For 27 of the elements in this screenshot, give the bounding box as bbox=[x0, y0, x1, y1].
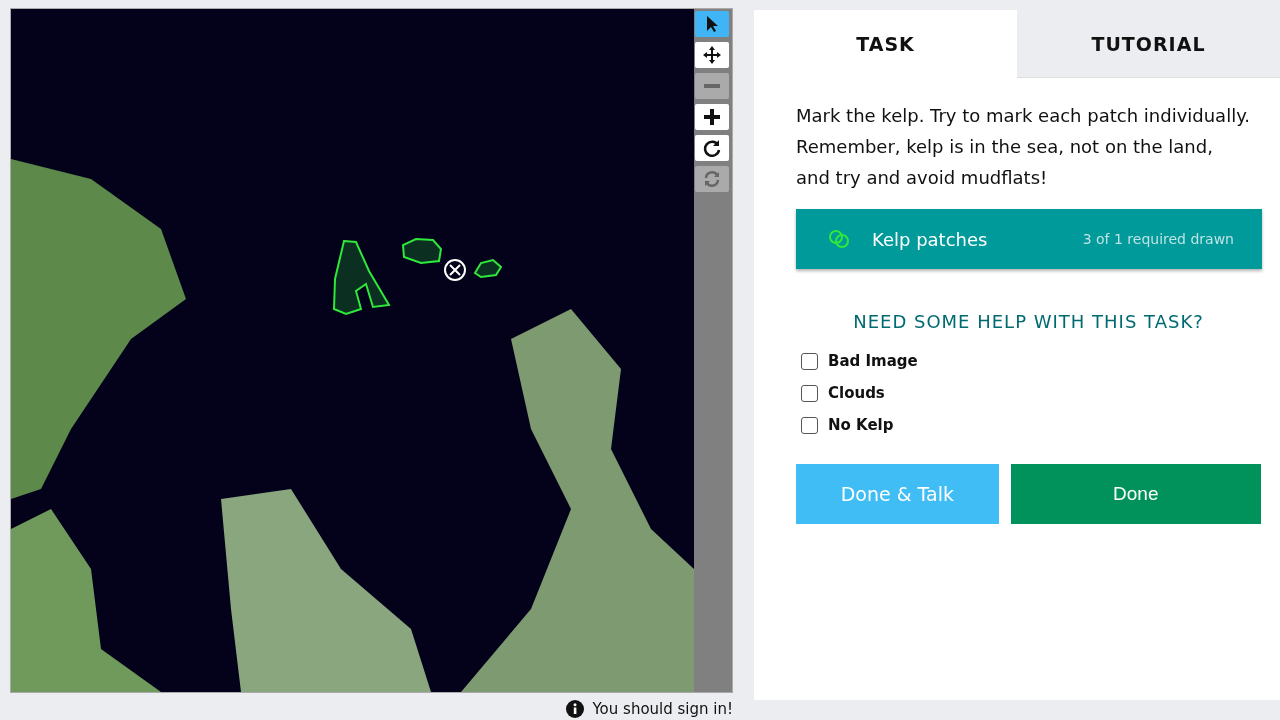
help-heading: NEED SOME HELP WITH THIS TASK? bbox=[852, 311, 1205, 332]
sign-in-notice: You should sign in! bbox=[592, 700, 733, 718]
plus-icon bbox=[704, 109, 721, 125]
tab[interactable]: TUTORIAL bbox=[1017, 10, 1280, 78]
checkbox-label: Bad Image bbox=[828, 352, 918, 370]
pointer-tool-button[interactable] bbox=[695, 11, 730, 37]
kelp-outline[interactable] bbox=[401, 238, 443, 264]
refresh-icon bbox=[703, 170, 722, 188]
checkbox[interactable] bbox=[801, 384, 818, 402]
move-tool-button[interactable] bbox=[695, 42, 730, 68]
kelp-outline[interactable] bbox=[473, 258, 503, 279]
checkbox[interactable] bbox=[801, 416, 818, 434]
pointer-icon bbox=[705, 15, 720, 33]
checkbox-label: No Kelp bbox=[828, 416, 894, 434]
drawing-tool-button[interactable]: Kelp patches 3 of 1 required drawn bbox=[796, 209, 1262, 269]
kelp-outline[interactable] bbox=[332, 239, 391, 316]
zoom-in-tool-button[interactable] bbox=[695, 104, 730, 130]
checkbox-label: Clouds bbox=[828, 384, 885, 402]
checkbox[interactable] bbox=[801, 352, 818, 370]
rotate-icon bbox=[703, 139, 722, 157]
talk-button[interactable]: Done & Talk bbox=[796, 464, 999, 524]
minus-icon bbox=[704, 84, 721, 88]
info-icon bbox=[566, 700, 585, 718]
move-arrows-icon bbox=[702, 45, 723, 65]
done-button[interactable]: Done bbox=[1010, 464, 1261, 524]
task-instructions: Mark the kelp. Try to mark each patch individually. Remember, kelp is in the sea, not on the land, and try and avoid mudflats! bbox=[796, 104, 1251, 190]
rotate-tool-button[interactable] bbox=[695, 135, 730, 161]
